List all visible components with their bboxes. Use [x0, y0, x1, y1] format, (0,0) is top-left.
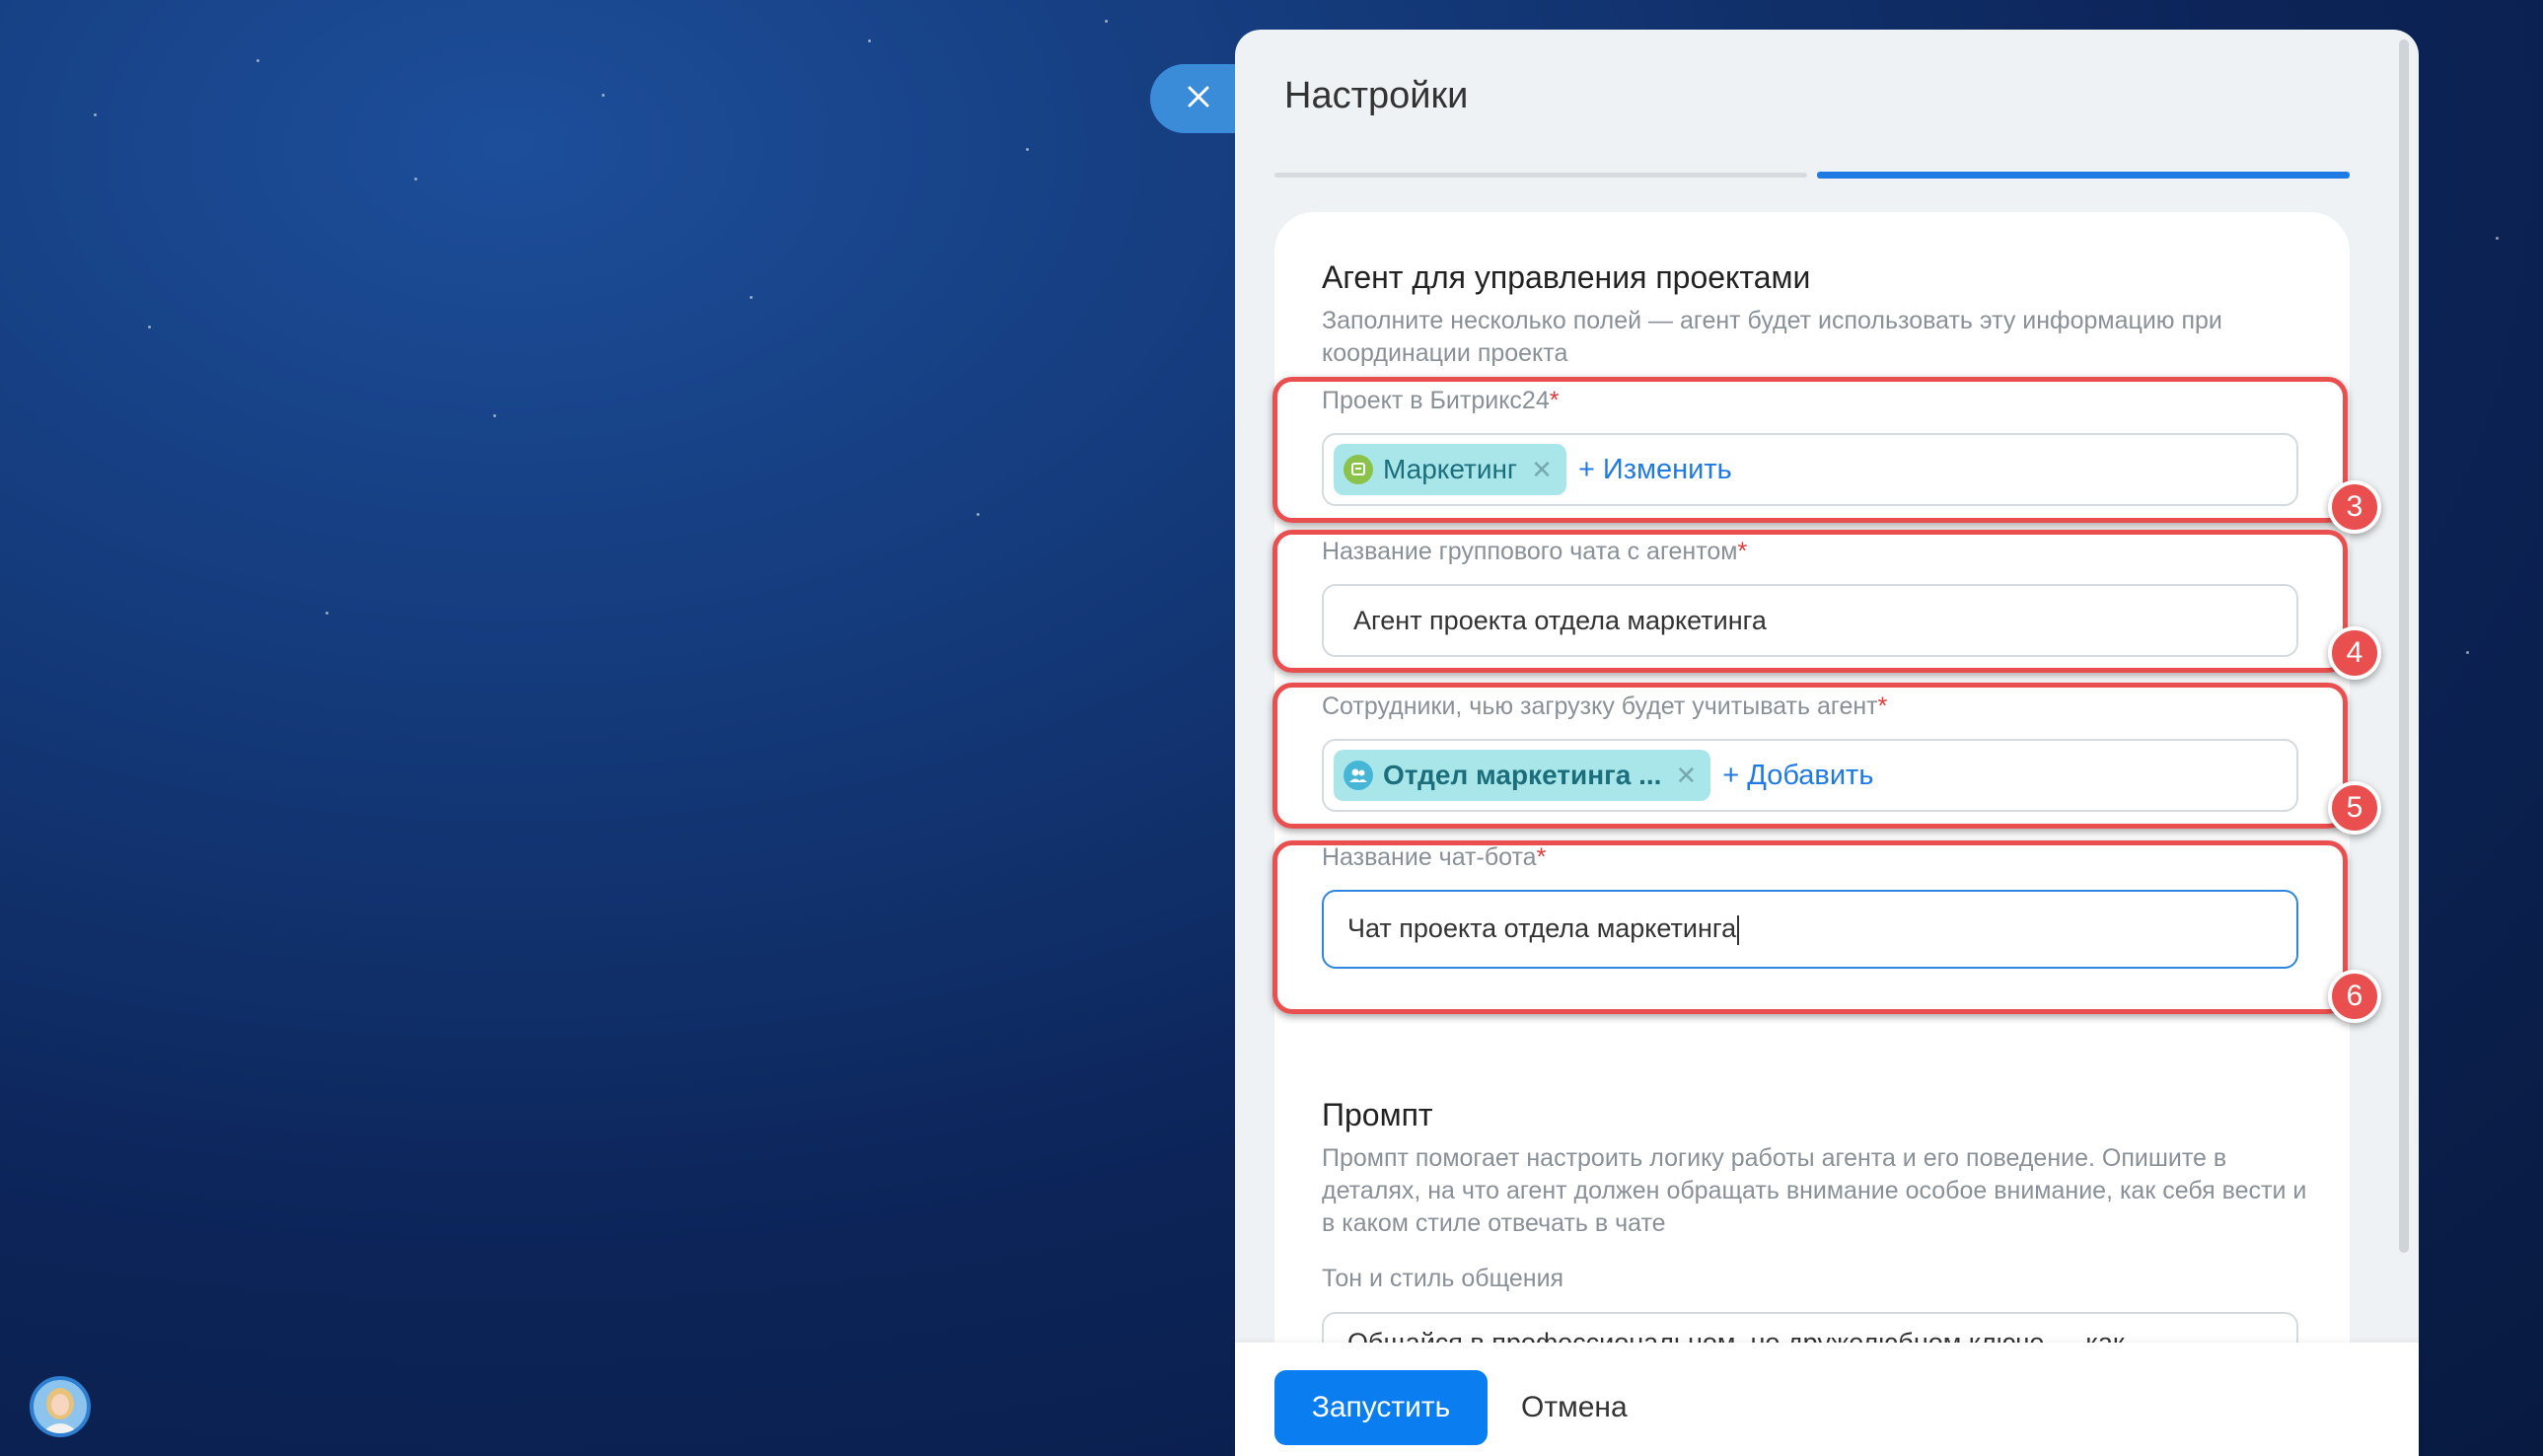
page-title: Настройки: [1284, 75, 1469, 116]
progress-step-1: [1274, 173, 1807, 178]
prompt-card-description: Промпт помогает настроить логику работы …: [1322, 1144, 2307, 1237]
close-icon: [1186, 84, 1211, 114]
callout-badge-3: 3: [2328, 480, 2381, 534]
highlight-box-6: [1272, 840, 2348, 1014]
prompt-card-title: Промпт: [1322, 1097, 1433, 1132]
callout-badge-5: 5: [2328, 781, 2381, 835]
callout-badge-6: 6: [2328, 970, 2381, 1023]
agent-card-title: Агент для управления проектами: [1322, 259, 1811, 295]
cancel-button[interactable]: Отмена: [1521, 1370, 1628, 1445]
callout-badge-4: 4: [2328, 626, 2381, 680]
run-button[interactable]: Запустить: [1274, 1370, 1488, 1445]
highlight-box-3: [1272, 377, 2348, 523]
progress-step-2: [1817, 172, 2350, 179]
scrollbar[interactable]: [2399, 39, 2409, 1253]
highlight-box-4: [1272, 530, 2348, 673]
panel-footer: Запустить Отмена: [1235, 1343, 2419, 1456]
user-avatar[interactable]: [30, 1376, 91, 1437]
agent-card-description: Заполните несколько полей — агент будет …: [1322, 307, 2222, 367]
tone-label: Тон и стиль общения: [1322, 1265, 1564, 1292]
highlight-box-5: [1272, 683, 2348, 829]
